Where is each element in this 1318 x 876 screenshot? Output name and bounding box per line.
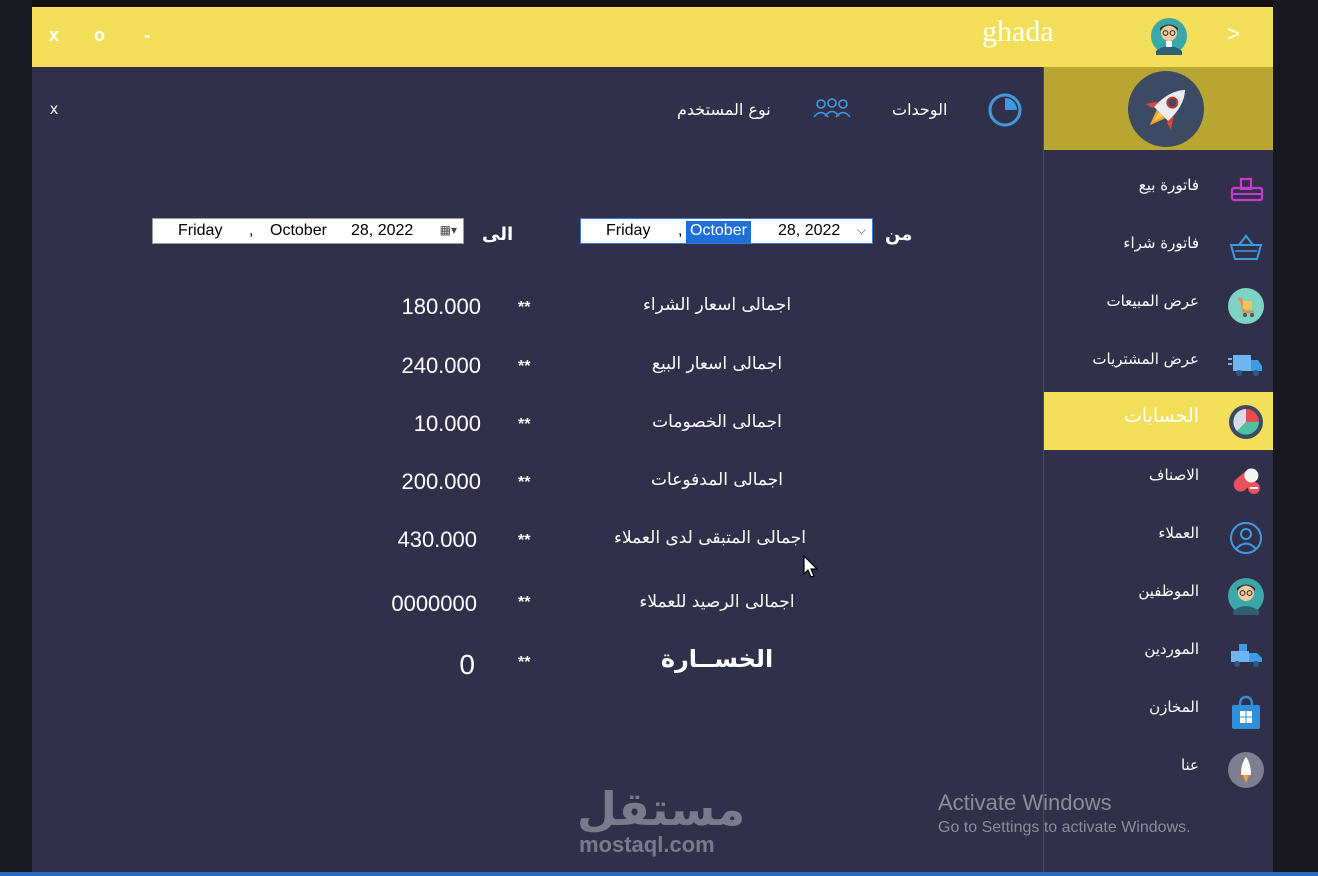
- to-date-label: الى: [482, 224, 514, 245]
- basket-icon: [1229, 234, 1263, 260]
- sidebar-item-label: عنا: [1180, 756, 1199, 774]
- total-payments-value: 200.000: [401, 469, 481, 494]
- to-daydate: 28, 2022: [351, 222, 414, 239]
- screen-right-edge: [1273, 0, 1318, 876]
- from-date-picker[interactable]: Friday , October 28, 2022 ⌵: [580, 218, 873, 244]
- sidebar-item-label: الموظفين: [1138, 582, 1199, 600]
- mouse-cursor-icon: [803, 555, 819, 578]
- sidebar-item-label: الموردين: [1144, 640, 1199, 658]
- sidebar-item-label: الحسابات: [1123, 405, 1199, 427]
- sidebar-item-view-sales[interactable]: عرض المبيعات: [1044, 276, 1273, 334]
- from-dropdown-icon[interactable]: ⌵: [857, 223, 866, 238]
- calendar-dropdown-icon[interactable]: ▦▾: [440, 223, 457, 237]
- username-label: ghada: [982, 15, 1054, 48]
- total-discounts-label: اجمالى الخصومات: [652, 412, 782, 432]
- from-month-selected[interactable]: October: [686, 221, 751, 243]
- app-window: x o - ghada > x الوحدات نوع المستخدم من …: [32, 7, 1273, 872]
- customer-balance-value: 0000000: [391, 591, 477, 616]
- sidebar-item-warehouses[interactable]: المخازن: [1044, 682, 1273, 740]
- sidebar-item-employees[interactable]: الموظفين: [1044, 566, 1273, 624]
- user-group-icon[interactable]: [812, 95, 852, 125]
- row-separator: **: [518, 532, 531, 549]
- sidebar-item-customers[interactable]: العملاء: [1044, 508, 1273, 566]
- sidebar-item-suppliers[interactable]: الموردين: [1044, 624, 1273, 682]
- from-daydate: 28, 2022: [778, 222, 841, 239]
- from-date-label: من: [885, 224, 913, 245]
- close-window-button[interactable]: x: [49, 25, 59, 46]
- sidebar-header: [1044, 67, 1273, 150]
- total-sales-value: 240.000: [401, 353, 481, 378]
- row-separator: **: [518, 299, 531, 316]
- row-separator: **: [518, 654, 531, 671]
- rocket-about-icon: [1228, 752, 1264, 788]
- employee-avatar-icon: [1228, 578, 1264, 615]
- title-bar: x o - ghada >: [32, 7, 1273, 67]
- sidebar-item-label: المخازن: [1149, 698, 1199, 716]
- to-comma: ,: [249, 222, 254, 239]
- user-avatar-icon[interactable]: [1150, 17, 1188, 55]
- sidebar-item-items[interactable]: الاصناف: [1044, 450, 1273, 508]
- watermark-logo: مستقل: [577, 782, 746, 836]
- sidebar-item-label: فاتورة بيع: [1138, 176, 1199, 194]
- close-panel-button[interactable]: x: [50, 101, 58, 119]
- to-month: October: [270, 222, 327, 239]
- row-separator: **: [518, 594, 531, 611]
- loss-value: 0: [459, 649, 475, 680]
- activation-subtitle: Go to Settings to activate Windows.: [938, 819, 1191, 836]
- pie-chart-icon: [1229, 405, 1263, 439]
- cash-register-icon: [1230, 177, 1264, 202]
- pill-icon: [1233, 468, 1260, 494]
- total-discounts-value: 10.000: [413, 411, 481, 436]
- sidebar-item-view-purchases[interactable]: عرض المشتريات: [1044, 334, 1273, 392]
- sidebar-item-sales-invoice[interactable]: فاتورة بيع: [1044, 160, 1273, 218]
- row-separator: **: [518, 474, 531, 491]
- rocket-logo-icon[interactable]: [1127, 70, 1205, 148]
- units-tab[interactable]: الوحدات: [892, 100, 947, 119]
- activation-title: Activate Windows: [938, 790, 1112, 815]
- total-remaining-label: اجمالى المتبقى لدى العملاء: [613, 528, 807, 548]
- customer-balance-label: اجمالى الرصيد للعملاء: [639, 592, 795, 612]
- row-separator: **: [518, 416, 531, 433]
- row-separator: **: [518, 358, 531, 375]
- sidebar-item-label: عرض المبيعات: [1106, 292, 1199, 310]
- minimize-window-button[interactable]: -: [144, 25, 150, 46]
- sidebar-item-label: فاتورة شراء: [1123, 234, 1199, 252]
- user-circle-icon: [1230, 522, 1262, 554]
- user-type-tab[interactable]: نوع المستخدم: [677, 100, 771, 119]
- from-weekday: Friday: [606, 222, 651, 239]
- supplier-truck-icon: [1231, 644, 1262, 667]
- windows-activation-notice: Activate Windows Go to Settings to activ…: [938, 790, 1191, 837]
- to-date-picker[interactable]: Friday , October 28, 2022 ▦▾: [152, 218, 464, 244]
- screen-left-edge: [0, 0, 32, 876]
- sidebar: فاتورة بيع فاتورة شراء عرض المبيعات عرض …: [1043, 67, 1273, 872]
- maximize-window-button[interactable]: o: [94, 25, 105, 46]
- total-sales-label: اجمالى اسعار البيع: [651, 354, 783, 374]
- loss-label: الخســارة: [660, 645, 774, 673]
- total-payments-label: اجمالى المدفوعات: [651, 470, 783, 490]
- total-remaining-value: 430.000: [397, 527, 477, 552]
- watermark-url: mostaql.com: [579, 832, 715, 857]
- sidebar-item-purchase-invoice[interactable]: فاتورة شراء: [1044, 218, 1273, 276]
- taskbar-edge: [0, 872, 1318, 876]
- sidebar-item-label: الاصناف: [1148, 466, 1199, 484]
- total-purchase-label: اجمالى اسعار الشراء: [642, 295, 792, 315]
- total-purchase-value: 180.000: [401, 294, 481, 319]
- delivery-truck-icon: [1228, 355, 1262, 376]
- next-arrow-button[interactable]: >: [1227, 21, 1240, 47]
- units-pie-icon[interactable]: [987, 92, 1023, 128]
- sidebar-item-accounts[interactable]: الحسابات: [1044, 392, 1273, 450]
- sidebar-item-label: العملاء: [1158, 524, 1199, 542]
- screen-top-edge: [0, 0, 1318, 7]
- from-comma: ,: [678, 222, 683, 239]
- to-weekday: Friday: [178, 222, 223, 239]
- shopping-cart-icon: [1228, 288, 1264, 324]
- sidebar-item-label: عرض المشتريات: [1092, 350, 1199, 368]
- store-bag-icon: [1232, 695, 1260, 729]
